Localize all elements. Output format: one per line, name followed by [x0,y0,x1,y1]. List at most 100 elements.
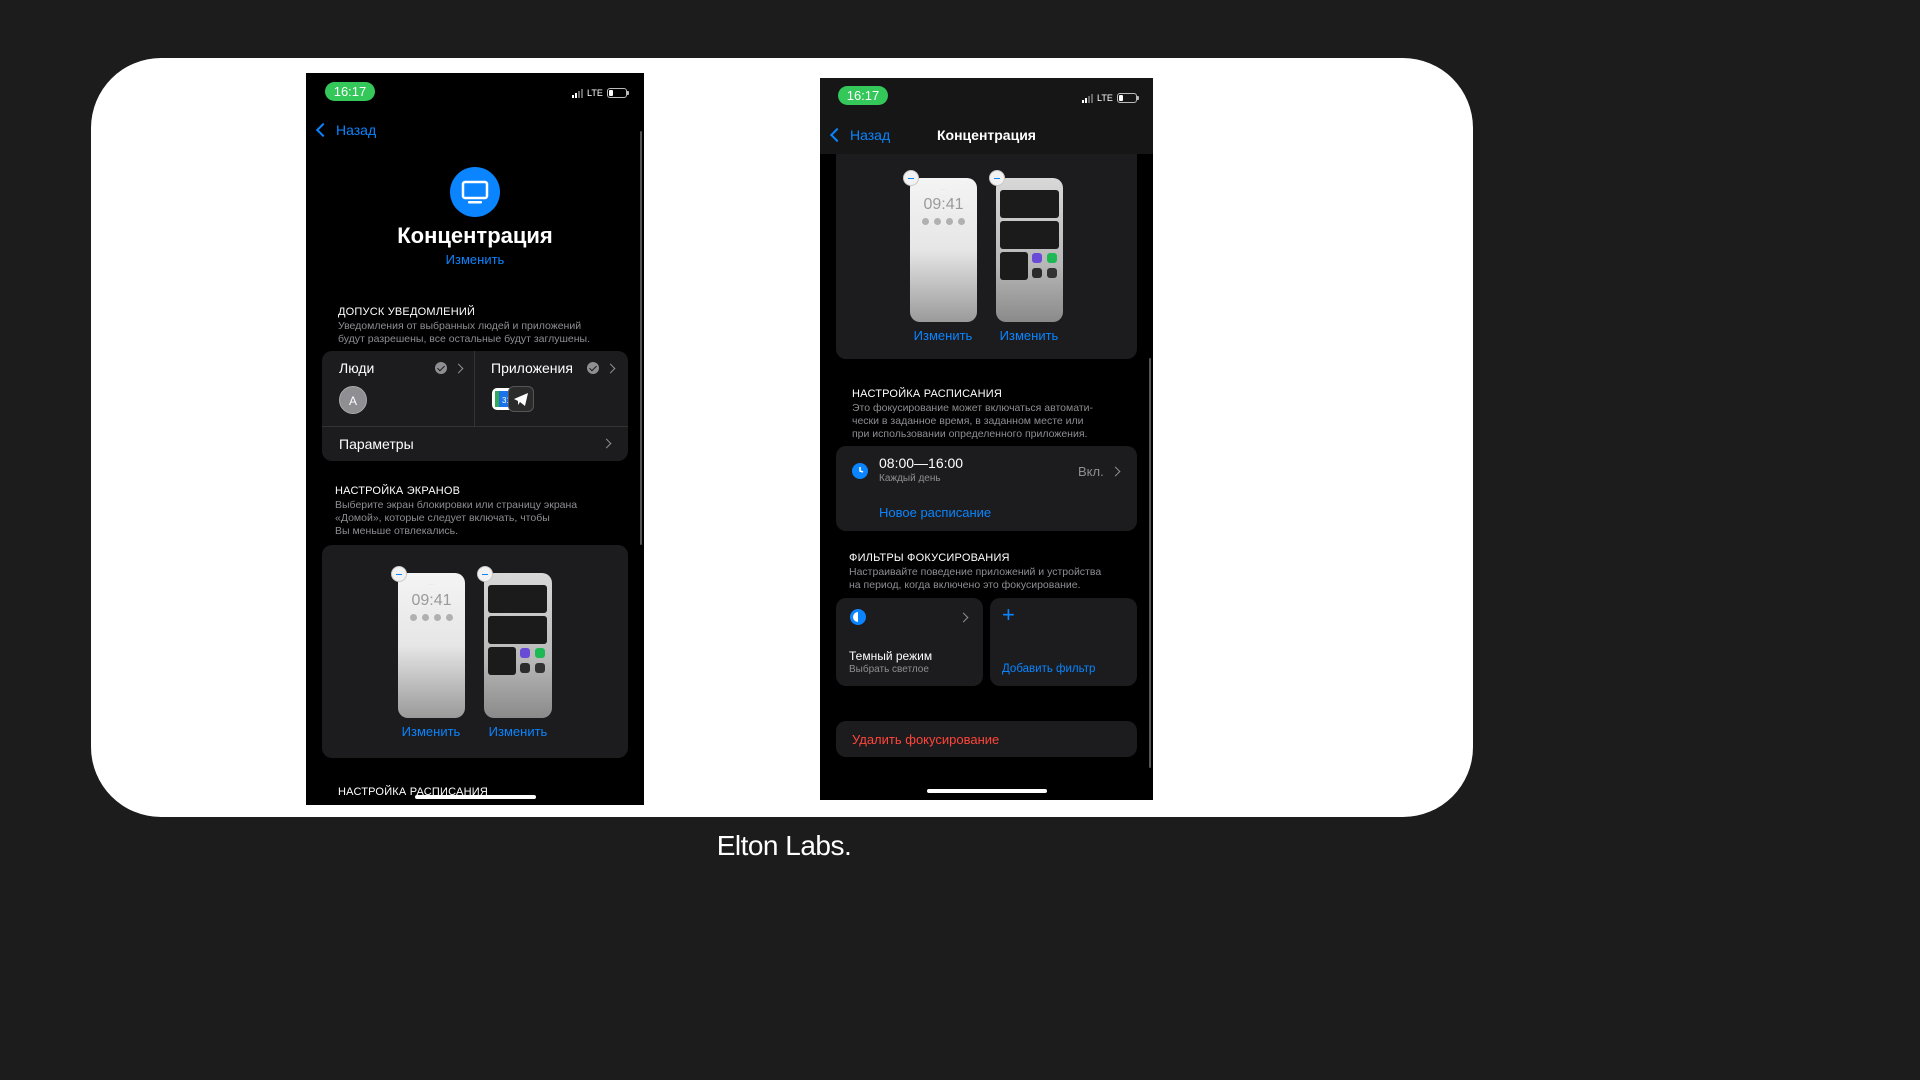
status-time: 16:17 [325,82,375,101]
edit-lock-screen-link[interactable]: Изменить [391,724,471,739]
edit-home-screen-link[interactable]: Изменить [478,724,558,739]
lock-date: · · · [940,187,947,192]
schedule-group: 08:00—16:00 Каждый день Вкл. Новое распи… [836,446,1137,531]
status-indicators: LTE [572,88,629,98]
app-icon [535,648,545,658]
chevron-right-icon [1110,466,1121,477]
home-screen-preview[interactable] [996,178,1063,322]
section-desc-filters: Настраивайте поведение приложений и устр… [849,566,1101,592]
lock-clock: 09:41 [411,592,452,609]
widget [1000,221,1059,249]
phone-screen-focus-settings: 16:17 LTE Назад Концентрация Изменить ДО… [306,73,644,805]
presentation-card [91,58,1473,817]
desc-line: Уведомления от выбранных людей и приложе… [338,320,582,332]
clock-icon [852,463,868,479]
desc-line: «Домой», которые следует включать, чтобы [335,512,550,524]
widget [488,585,547,613]
params-row[interactable]: Параметры [322,427,628,461]
app-icon [1032,268,1042,278]
add-filter-label: Добавить фильтр [1002,663,1096,675]
screens-group: · · · 09:41 Изменить Изменить [322,545,628,758]
phone-screen-focus-settings-scrolled: 16:17 LTE Назад Концентрация · · · 09:41… [820,78,1153,800]
chevron-right-icon [453,363,464,373]
app-icon [520,648,530,658]
schedule-time-range: 08:00—16:00 [879,455,964,471]
brand-wordmark: Elton Labs. [716,830,852,861]
plus-icon: + [1002,602,1015,627]
add-filter-card[interactable]: + Добавить фильтр [990,598,1137,686]
desc-line: будут разрешены, все остальные будут заг… [338,333,591,345]
section-title-notifications: ДОПУСК УВЕДОМЛЕНИЙ [338,306,476,318]
people-label: Люди [339,360,375,376]
lock-screen-preview[interactable]: · · · 09:41 [910,178,977,322]
lock-widgets [910,218,977,225]
page-title: Концентрация [397,223,553,248]
widget [1000,252,1028,280]
app-icon [535,663,545,673]
focus-mode-icon [450,167,500,217]
dark-mode-subtitle: Выбрать светлое [849,664,929,675]
lock-widgets [398,614,465,621]
chevron-right-icon [601,438,612,449]
delete-focus-row[interactable]: Удалить фокусирование [836,721,1137,757]
nav-title: Концентрация [937,127,1036,143]
schedule-frequency: Каждый день [879,473,941,484]
home-screen-preview[interactable] [484,573,552,718]
network-label: LTE [587,88,603,98]
remove-lock-screen-icon[interactable] [391,566,407,582]
battery-icon [1116,93,1139,103]
section-title-schedule: НАСТРОЙКА РАСПИСАНИЯ [852,388,1002,400]
chevron-right-icon [605,363,616,373]
section-desc-screens: Выберите экран блокировки или страницу э… [335,499,577,538]
desc-line: чески в заданное время, в заданном месте… [852,415,1084,427]
people-accessory [435,362,464,374]
desc-line: при использовании определенного приложен… [852,428,1088,440]
schedule-row[interactable]: 08:00—16:00 Каждый день Вкл. [836,446,1137,491]
telegram-app-icon [508,386,534,412]
lock-screen-preview[interactable]: · · · 09:41 [398,573,465,718]
new-schedule-link[interactable]: Новое расписание [879,505,991,520]
edit-title-link[interactable]: Изменить [306,252,644,267]
app-icon [1032,253,1042,263]
home-indicator[interactable] [415,795,536,799]
section-title-screens: НАСТРОЙКА ЭКРАНОВ [335,485,461,497]
scrollbar[interactable] [640,131,642,545]
remove-home-screen-icon[interactable] [477,566,493,582]
app-icon [1047,253,1057,263]
apps-label: Приложения [491,360,573,376]
back-label: Назад [336,122,377,138]
desc-line: на период, когда включено это фокусирова… [849,579,1081,591]
apps-accessory [587,362,616,374]
lock-date: · · · [428,582,435,587]
avatar: A [339,386,367,414]
screens-group: · · · 09:41 Изменить Изменить [836,154,1137,359]
home-indicator[interactable] [927,789,1047,793]
back-button[interactable]: Назад [315,122,377,138]
checkmark-badge-icon [435,362,447,374]
edit-lock-screen-link[interactable]: Изменить [903,328,983,343]
apps-cell[interactable]: Приложения 31 [475,351,628,426]
chevron-right-icon [958,612,969,623]
scrollbar[interactable] [1149,358,1151,768]
section-desc-notifications: Уведомления от выбранных людей и приложе… [338,320,590,346]
section-title-filters: ФИЛЬТРЫ ФОКУСИРОВАНИЯ [849,552,1010,564]
signal-icon [1082,93,1093,103]
desc-line: Настраивайте поведение приложений и устр… [849,566,1102,578]
people-cell[interactable]: Люди A [322,351,474,426]
widget [488,616,547,644]
widget [488,647,516,675]
dark-mode-filter-card[interactable]: Темный режим Выбрать светлое [836,598,983,686]
delete-focus-label: Удалить фокусирование [852,732,1000,747]
status-indicators: LTE [1082,93,1139,103]
chevron-left-icon [315,122,331,138]
desc-line: Вы меньше отвлекались. [335,525,458,537]
lock-clock: 09:41 [923,196,964,213]
remove-home-screen-icon[interactable] [989,170,1005,186]
section-desc-schedule: Это фокусирование может включаться автом… [852,402,1093,441]
edit-home-screen-link[interactable]: Изменить [989,328,1069,343]
battery-icon [606,88,629,98]
dark-mode-title: Темный режим [849,649,933,663]
signal-icon [572,88,583,98]
remove-lock-screen-icon[interactable] [903,170,919,186]
network-label: LTE [1097,93,1113,103]
